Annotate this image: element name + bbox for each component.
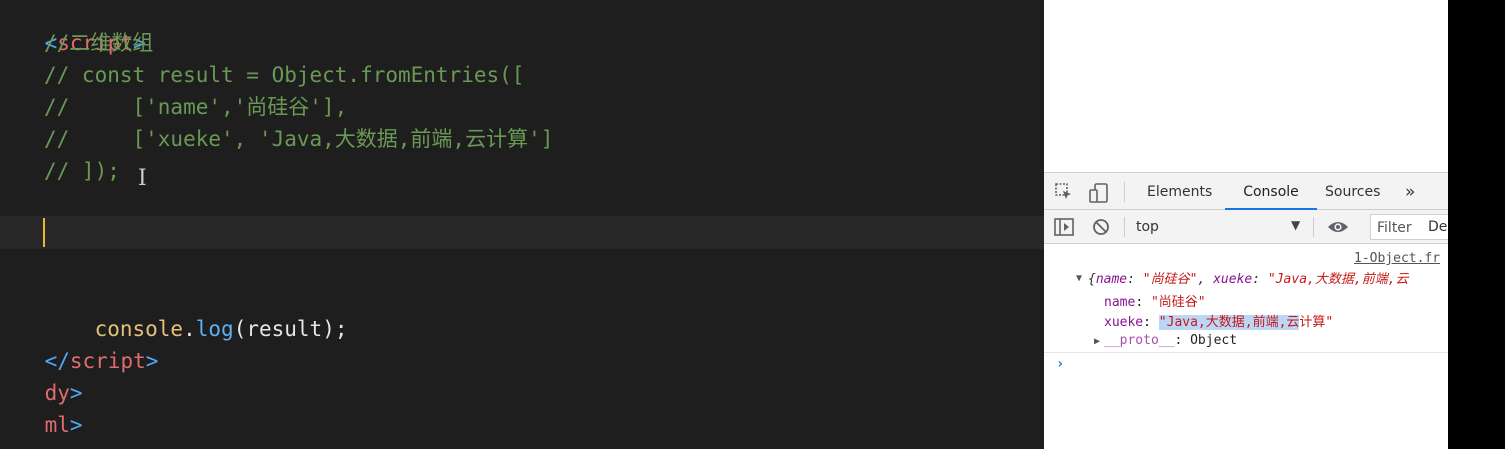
property-name: name: "尚硅谷" (1104, 295, 1206, 310)
source-link[interactable]: 1-Object.fr (1354, 251, 1440, 266)
code-line-script-close[interactable]: </script> (0, 313, 159, 373)
code-line-comment[interactable]: // ]); (44, 155, 120, 187)
console-entry-divider (1044, 352, 1448, 353)
console-prompt-icon[interactable]: › (1056, 356, 1064, 372)
tab-console[interactable]: Console (1225, 173, 1317, 210)
log-levels-dropdown[interactable]: De (1428, 219, 1447, 235)
tag-bracket: > (69, 413, 83, 437)
text-caret (43, 218, 45, 247)
chevron-down-icon[interactable]: ▼ (1291, 218, 1300, 232)
property-xueke[interactable]: xueke: "Java,大数据,前端,云计算" (1104, 311, 1333, 330)
code-line-html-close[interactable]: ml> (0, 377, 83, 437)
code-line-script-open[interactable]: <script> (0, 0, 146, 55)
code-line-comment[interactable]: // const result = Object.fromEntries([ (44, 59, 524, 91)
clear-console-icon[interactable] (1092, 218, 1110, 240)
live-expression-eye-icon[interactable] (1327, 219, 1349, 239)
property-proto[interactable]: __proto__: Object (1104, 333, 1237, 348)
tab-elements[interactable]: Elements (1147, 173, 1212, 210)
tab-sources[interactable]: Sources (1325, 173, 1380, 210)
device-toolbar-icon[interactable] (1088, 182, 1110, 208)
punctuation: . (183, 317, 196, 341)
call-arguments: (result); (233, 317, 348, 341)
console-sidebar-icon[interactable] (1054, 218, 1074, 240)
console-toolbar: top ▼ Filter De (1044, 210, 1448, 244)
current-line-highlight (0, 216, 1044, 249)
console-output[interactable]: 1-Object.fr ▼ {name: "尚硅谷", xueke: "Java… (1044, 244, 1448, 449)
toolbar-divider (1124, 182, 1125, 202)
object-summary[interactable]: {name: "尚硅谷", xueke: "Java,大数据,前端,云 (1088, 268, 1409, 287)
more-tabs-icon[interactable]: » (1405, 173, 1415, 210)
code-line-comment[interactable]: //二维数组 (44, 27, 153, 59)
filter-placeholder: Filter (1377, 220, 1412, 236)
page-viewport[interactable] (1044, 0, 1448, 172)
browser-panel: Elements Console Sources » top ▼ Filter … (1044, 0, 1448, 449)
screen-edge (1448, 0, 1505, 449)
code-editor[interactable]: <script> //二维数组 // const result = Object… (0, 0, 1044, 449)
expand-triangle-icon[interactable]: ▼ (1076, 273, 1082, 284)
method-log: log (195, 317, 234, 341)
selected-text: "Java,大数据,前端,云 (1158, 315, 1300, 330)
code-line-body-close[interactable]: dy> (0, 345, 83, 405)
toolbar-divider (1124, 217, 1125, 237)
code-line-console-log[interactable]: console.log(result); (44, 281, 348, 341)
text-cursor-icon: I (138, 166, 147, 191)
devtools-panel: Elements Console Sources » top ▼ Filter … (1044, 172, 1448, 449)
tag-bracket: > (145, 349, 159, 373)
execution-context-select[interactable]: top (1136, 219, 1159, 235)
devtools-tab-bar: Elements Console Sources » (1044, 173, 1448, 210)
code-line-comment[interactable]: // ['xueke', 'Java,大数据,前端,云计算'] (44, 123, 553, 155)
code-line-comment[interactable]: // ['name','尚硅谷'], (44, 91, 347, 123)
toolbar-divider (1313, 217, 1314, 237)
tag-name: ml (44, 413, 70, 437)
expand-triangle-icon[interactable]: ▶ (1094, 336, 1100, 347)
inspect-element-icon[interactable] (1054, 182, 1074, 206)
